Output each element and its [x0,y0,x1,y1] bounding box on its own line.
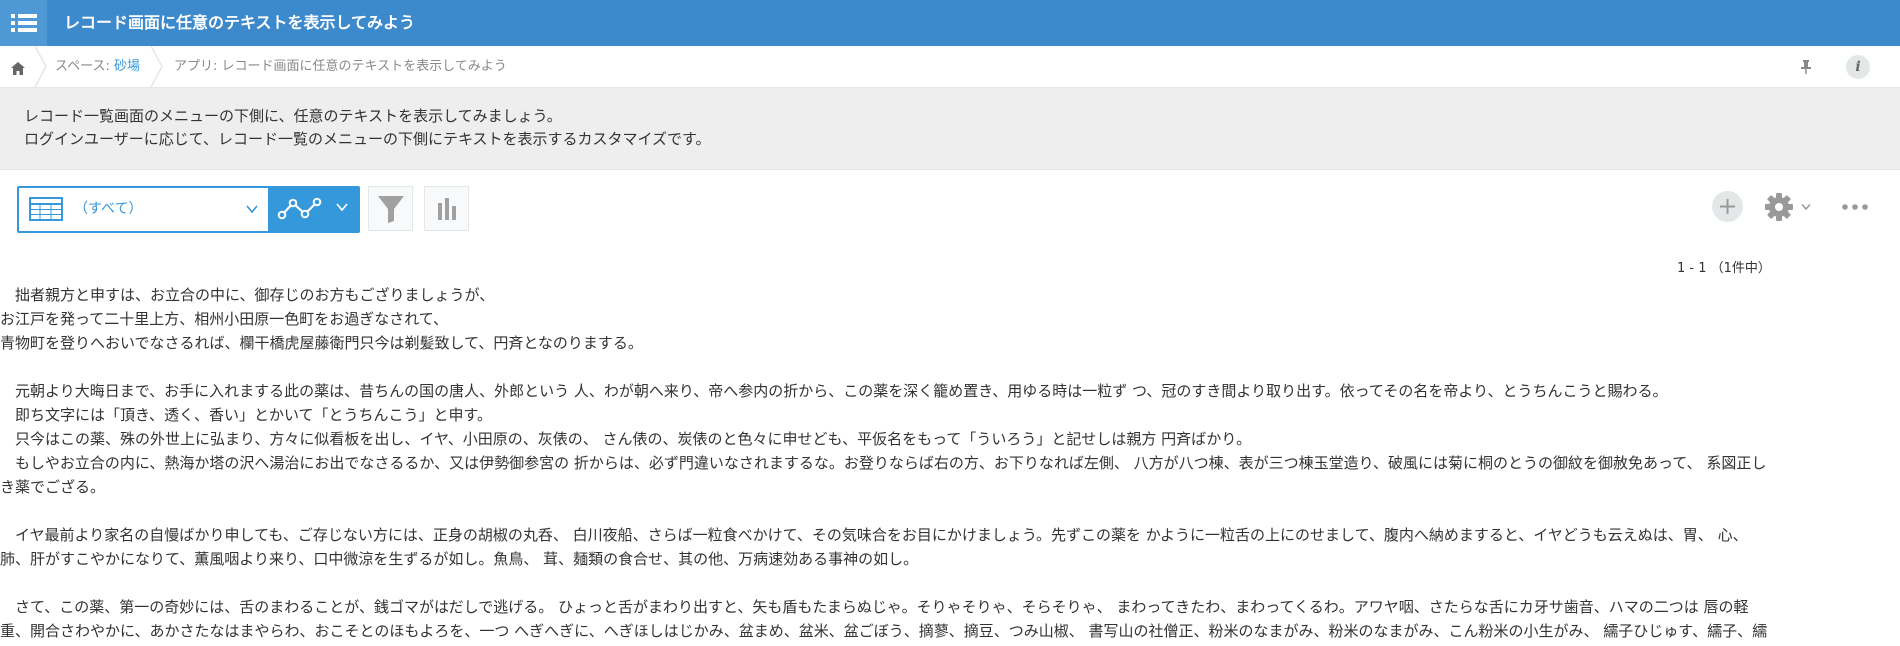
content-line: イヤ最前より家名の自慢ばかり申しても、ご存じない方には、正身の胡椒の丸呑、 白川… [0,526,1748,544]
list-toolbar: （すべて） [0,170,1900,250]
view-dropdown[interactable]: （すべて） [19,188,268,231]
more-icon [1842,204,1868,210]
content-line: 元朝より大晦日まで、お手に入れまする此の薬は、昔ちんの国の唐人、外郎という 人、… [0,382,1668,400]
pin-button[interactable] [1795,56,1817,78]
content-line: さて、この薬、第一の奇妙には、舌のまわることが、銭ゴマがはだしで逃げる。 ひょっ… [0,598,1749,616]
breadcrumb-app-name: レコード画面に任意のテキストを表示してみよう [221,59,507,74]
home-icon [11,61,25,75]
more-options-button[interactable] [1840,195,1870,219]
notice-line: ログインユーザーに応じて、レコード一覧のメニューの下側にテキストを表示するカスタ… [24,130,711,148]
table-view-icon [29,197,63,221]
pagination-count: 1 - 1 （1件中） [1677,261,1771,276]
content-line: お江戸を発って二十里上方、相州小田原一色町をお過ぎなされて、 [0,310,449,328]
list-menu-icon [10,14,37,32]
chevron-down-icon [246,205,258,214]
app-title: レコード画面に任意のテキストを表示してみよう [64,13,416,32]
content-line: 即ち文字には「頂き、透く、香い」とかいて「とうちんこう」と申す。 [0,406,493,424]
breadcrumb-app[interactable]: アプリ: レコード画面に任意のテキストを表示してみよう [174,46,507,87]
breadcrumb-space-prefix: スペース: [55,59,114,74]
notice-line: レコード一覧画面のメニューの下側に、任意のテキストを表示してみましょう。 [24,107,562,125]
custom-text-content: 拙者親方と申すは、お立合の中に、御存じのお方もござりましょうが、 お江戸を発って… [0,283,1900,643]
breadcrumb-separator-icon [34,46,47,87]
content-line: 只今はこの薬、殊の外世上に弘まり、方々に似看板を出し、イヤ、小田原の、灰俵の、 … [0,430,1252,448]
breadcrumb-separator-icon [150,46,163,87]
content-line: 青物町を登りへおいでなさるれば、欄干橋虎屋藤衛門只今は剃髪致して、円斉となのりま… [0,334,643,352]
custom-notice-area: レコード一覧画面のメニューの下側に、任意のテキストを表示してみましょう。 ログイ… [0,88,1900,170]
content-line: 肺、肝がすこやかになりて、薫風咽より来り、口中微涼を生ずるが如し。魚鳥、 茸、麺… [0,550,919,568]
view-selected-label: （すべて） [74,201,143,217]
content-line: 拙者親方と申すは、お立合の中に、御存じのお方もござりましょうが、 [0,286,495,304]
content-line: もしやお立合の内に、熱海か塔の沢へ湯治にお出でなさるるか、又は伊勢御参宮の 折か… [0,454,1767,472]
filter-button[interactable] [368,186,413,231]
settings-button[interactable] [1764,192,1814,222]
filter-icon [377,195,404,223]
content-line: 重、開合さわやかに、あかさたなはまやらわ、おこそとのほもよろを、一つ へぎへぎに… [0,622,1768,640]
info-button[interactable]: i [1846,55,1870,79]
graph-view-icon[interactable] [277,194,323,224]
info-icon: i [1855,59,1861,75]
add-record-button[interactable] [1712,191,1743,222]
breadcrumb-space-link[interactable]: 砂場 [114,59,140,74]
app-header: レコード画面に任意のテキストを表示してみよう [0,0,1900,46]
gear-icon [1765,193,1793,221]
breadcrumb: スペース: 砂場 アプリ: レコード画面に任意のテキストを表示してみよう i [0,46,1900,88]
bar-chart-icon [437,197,456,220]
breadcrumb-app-prefix: アプリ: [174,59,222,74]
graph-button[interactable] [424,186,469,231]
app-menu-button[interactable] [0,0,47,46]
chevron-down-icon [1801,204,1811,211]
view-selector[interactable]: （すべて） [17,186,360,233]
pin-icon [1801,60,1811,74]
content-line: き薬でござる。 [0,478,106,496]
breadcrumb-space[interactable]: スペース: 砂場 [55,46,140,87]
home-button[interactable] [7,57,29,79]
chevron-down-icon[interactable] [335,201,349,213]
plus-icon [1720,199,1735,214]
